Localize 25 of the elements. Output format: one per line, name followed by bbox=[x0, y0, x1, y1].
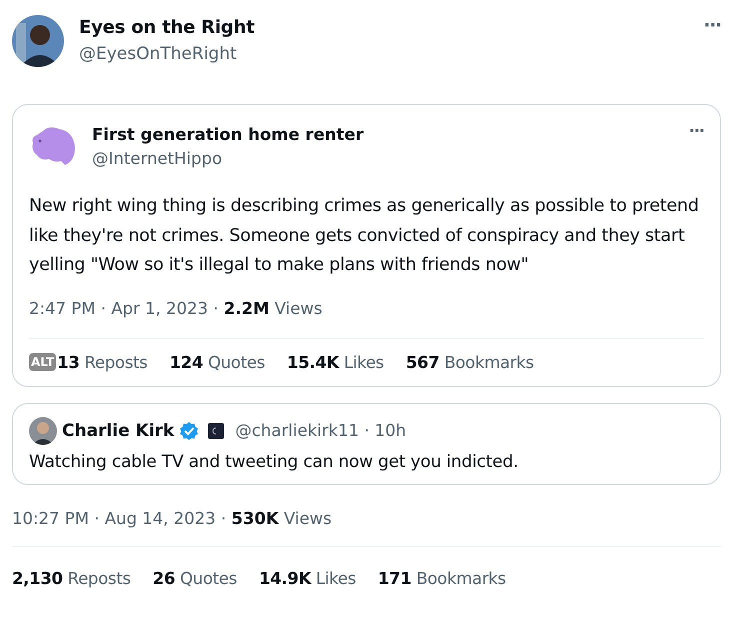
stat-count[interactable]: 171 Bookmarks bbox=[378, 568, 506, 588]
author-handle[interactable]: @charliekirk11 · 10h bbox=[235, 421, 406, 440]
quoted-tweet-card[interactable] bbox=[12, 104, 721, 386]
affiliate-logo-icon bbox=[208, 422, 224, 438]
timestamp[interactable]: 2:47 PM · Apr 1, 2023 · 2.2M Views bbox=[29, 298, 322, 318]
stat-count[interactable]: 2,130 Reposts bbox=[12, 568, 131, 588]
stat-count[interactable]: 124 Quotes bbox=[169, 352, 265, 372]
stat-count[interactable]: 26 Quotes bbox=[152, 568, 237, 588]
stat-count[interactable]: 15.4K Likes bbox=[286, 352, 384, 372]
tweet-text: New right wing thing is describing crimes as generically as possible to pretend like they're not crimes. Someone gets convicted of conspiracy and they start yelling "Wow so it's illegal to make plans with friends now" bbox=[29, 195, 700, 277]
avatar-icon[interactable] bbox=[29, 416, 57, 444]
embedded-tweet-card[interactable]: Charlie Kirk @charliekirk11 · 10h Watching cable TV and tweeting can now get you indicted. bbox=[12, 402, 721, 484]
author-handle[interactable]: @InternetHippo bbox=[92, 149, 222, 168]
avatar-icon[interactable] bbox=[12, 15, 64, 67]
stat-count[interactable]: 567 Bookmarks bbox=[406, 352, 534, 372]
tweet-text: Watching cable TV and tweeting can now get you indicted. bbox=[29, 452, 520, 472]
author-handle[interactable]: @EyesOnTheRight bbox=[79, 44, 237, 64]
author-name[interactable]: Charlie Kirk bbox=[62, 420, 174, 440]
timestamp[interactable]: 10:27 PM · Aug 14, 2023 · 530K Views bbox=[12, 508, 332, 528]
stat-count[interactable]: 14.9K Likes bbox=[258, 568, 356, 588]
author-name[interactable]: First generation home renter bbox=[92, 125, 364, 144]
author-name[interactable]: Eyes on the Right bbox=[79, 17, 254, 38]
more-button[interactable]: ··· bbox=[688, 121, 704, 140]
stat-count[interactable]: 13 Reposts bbox=[57, 352, 148, 372]
more-button[interactable]: ··· bbox=[703, 15, 721, 36]
